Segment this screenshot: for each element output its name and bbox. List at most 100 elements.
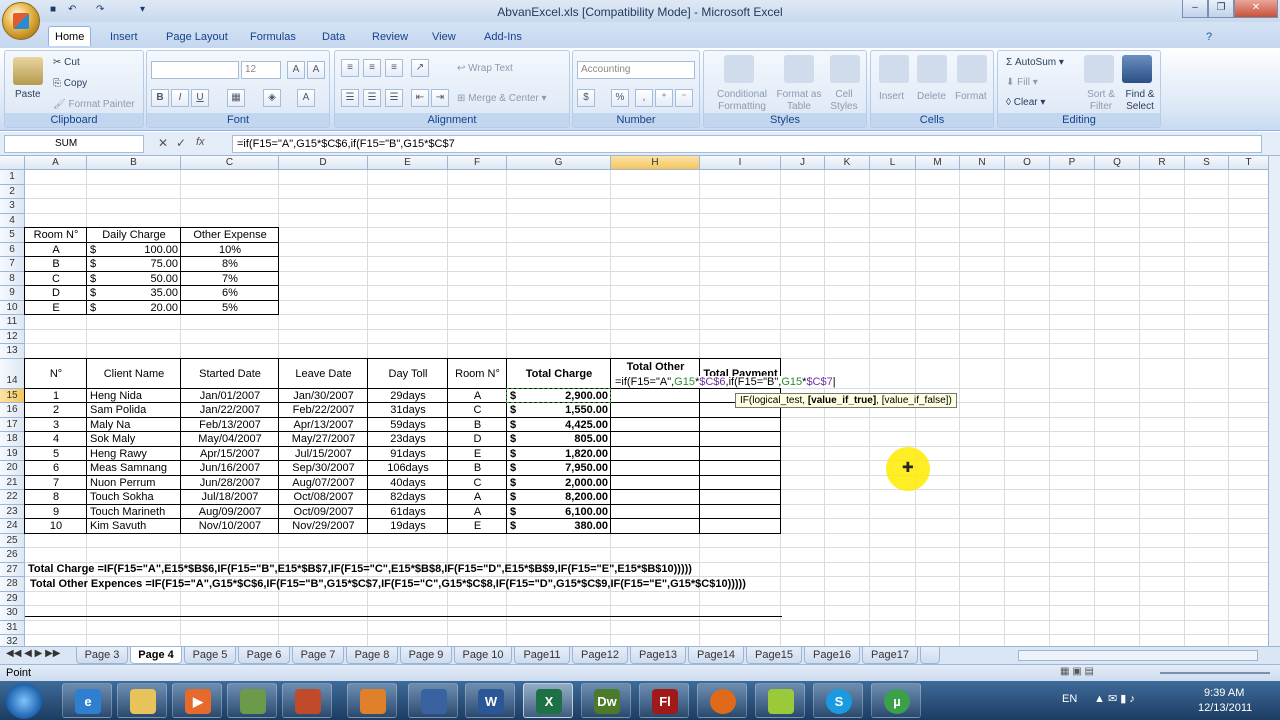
row-header[interactable]: 9 [0, 286, 25, 301]
decrease-indent-icon[interactable]: ⇤ [411, 89, 429, 107]
row-header[interactable]: 22 [0, 490, 25, 505]
worksheet-grid[interactable]: A B C D E F G H I J K L M N O P Q R S T 1 2 3 4 5 6 7 8 9 10 11 12 13 14 1… [0, 156, 1268, 646]
borders-icon[interactable]: ▦ [227, 89, 245, 107]
cell-styles-button[interactable]: Cell Styles [824, 89, 864, 113]
column-header[interactable]: Q [1095, 156, 1140, 170]
start-date[interactable]: Apr/15/2007 [181, 447, 279, 462]
cancel-icon[interactable]: ✕ [158, 136, 168, 150]
sheet-tab[interactable]: Page 10 [454, 647, 512, 664]
client-name[interactable]: Touch Sokha [87, 490, 181, 505]
office-button-icon[interactable] [2, 2, 40, 40]
start-button-icon[interactable] [6, 683, 42, 719]
row-header[interactable]: 17 [0, 417, 25, 432]
binoculars-icon[interactable] [1122, 55, 1152, 83]
cut-button[interactable]: ✂ Cut [53, 57, 80, 68]
row-number[interactable]: 3 [25, 418, 87, 433]
taskbar-utorrent[interactable]: µ [871, 683, 921, 718]
start-date[interactable]: Nov/10/2007 [181, 519, 279, 534]
column-header[interactable]: G [507, 156, 611, 170]
row-header[interactable]: 14 [0, 358, 25, 389]
increase-indent-icon[interactable]: ⇥ [431, 89, 449, 107]
taskbar-app12[interactable] [755, 683, 805, 718]
minimize-icon[interactable]: – [1182, 0, 1208, 18]
row-header[interactable]: 5 [0, 228, 25, 243]
row-number[interactable]: 4 [25, 432, 87, 447]
leave-date[interactable]: May/27/2007 [279, 432, 368, 447]
delete-cells-button[interactable]: Delete [917, 91, 946, 102]
taskbar-app7[interactable] [408, 683, 458, 718]
rate-table-header[interactable]: Daily Charge [87, 228, 181, 243]
column-header[interactable]: K [825, 156, 870, 170]
taskbar-excel[interactable]: X [523, 683, 573, 718]
column-header[interactable]: D [279, 156, 368, 170]
sheet-tab[interactable]: Page 5 [184, 647, 236, 664]
column-header[interactable]: B [87, 156, 181, 170]
client-name[interactable]: Heng Nida [87, 389, 181, 404]
start-date[interactable]: Jan/22/2007 [181, 403, 279, 418]
taskbar-app4[interactable] [227, 683, 277, 718]
paste-button[interactable]: Paste [15, 89, 41, 100]
start-date[interactable]: Jan/01/2007 [181, 389, 279, 404]
tray-icons[interactable]: ▲ ✉ ▮ ♪ [1094, 692, 1135, 705]
column-header[interactable]: H [611, 156, 700, 170]
row-number[interactable]: 8 [25, 490, 87, 505]
sheet-tab[interactable]: Page17 [862, 647, 918, 664]
client-name[interactable]: Sok Maly [87, 432, 181, 447]
rate-table-header[interactable]: Other Expense [181, 228, 279, 243]
rate-room[interactable]: E [25, 301, 87, 316]
insert-cells-button[interactable]: Insert [879, 91, 904, 102]
row-number[interactable]: 1 [25, 389, 87, 404]
tab-formulas[interactable]: Formulas [244, 27, 302, 47]
tab-home[interactable]: Home [48, 26, 92, 46]
tab-add-ins[interactable]: Add-Ins [478, 27, 528, 47]
room-number[interactable]: A [448, 490, 507, 505]
taskbar-powerpoint[interactable] [282, 683, 332, 718]
column-header[interactable]: S [1185, 156, 1229, 170]
room-number[interactable]: B [448, 461, 507, 476]
rate-charge[interactable]: 75.00 [87, 257, 181, 272]
leave-date[interactable]: Feb/22/2007 [279, 403, 368, 418]
sheet-nav-icon[interactable]: ◀◀ ◀ ▶ ▶▶ [6, 648, 60, 659]
currency-button[interactable]: $ [577, 89, 595, 107]
conditional-formatting-button[interactable]: Conditional Formatting [708, 89, 776, 113]
client-name[interactable]: Nuon Perrum [87, 476, 181, 491]
leave-date[interactable]: Jan/30/2007 [279, 389, 368, 404]
taskbar-word[interactable]: W [465, 683, 515, 718]
start-date[interactable]: May/04/2007 [181, 432, 279, 447]
italic-icon[interactable]: I [171, 89, 189, 107]
day-toll[interactable]: 19days [368, 519, 448, 534]
leave-date[interactable]: Oct/09/2007 [279, 505, 368, 520]
autosum-button[interactable]: Σ AutoSum ▾ [1006, 57, 1064, 68]
row-header[interactable]: 15 [0, 388, 25, 403]
taskbar-ie[interactable]: e [62, 683, 112, 718]
tab-view[interactable]: View [426, 27, 462, 47]
row-header[interactable]: 18 [0, 432, 25, 447]
taskbar-firefox[interactable] [697, 683, 747, 718]
row-header[interactable]: 6 [0, 242, 25, 257]
room-number[interactable]: A [448, 389, 507, 404]
sheet-tab[interactable]: Page 6 [238, 647, 290, 664]
row-header[interactable]: 29 [0, 591, 25, 606]
font-color-icon[interactable]: A [297, 89, 315, 107]
sheet-tab[interactable]: Page 3 [76, 647, 128, 664]
sort-filter-button[interactable]: Sort & Filter [1082, 89, 1120, 113]
vertical-scrollbar[interactable] [1268, 156, 1280, 646]
start-date[interactable]: Jul/18/2007 [181, 490, 279, 505]
room-number[interactable]: A [448, 505, 507, 520]
number-format-select[interactable]: Accounting [577, 61, 695, 79]
row-header[interactable]: 25 [0, 533, 25, 548]
close-icon[interactable]: ✕ [1234, 0, 1278, 18]
total-charge[interactable]: 4,425.00 [507, 418, 611, 433]
format-as-table-button[interactable]: Format as Table [774, 89, 824, 113]
room-number[interactable]: D [448, 432, 507, 447]
room-number[interactable]: C [448, 403, 507, 418]
paste-icon[interactable] [13, 57, 43, 85]
total-charge[interactable]: 2,000.00 [507, 476, 611, 491]
rate-charge[interactable]: 35.00 [87, 286, 181, 301]
align-middle-icon[interactable]: ≡ [363, 59, 381, 77]
column-header[interactable]: I [700, 156, 781, 170]
tab-review[interactable]: Review [366, 27, 414, 47]
row-header[interactable]: 10 [0, 300, 25, 315]
fill-color-icon[interactable]: ◈ [263, 89, 281, 107]
day-toll[interactable]: 40days [368, 476, 448, 491]
